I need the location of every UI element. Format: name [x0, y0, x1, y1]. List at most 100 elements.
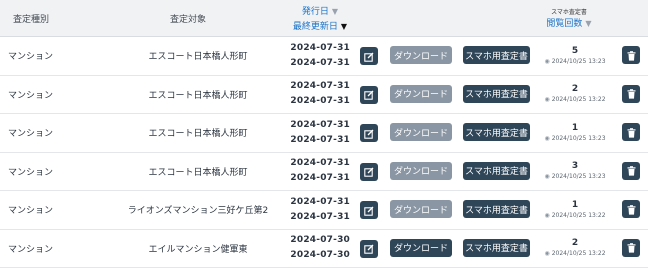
row-type: マンション [8, 191, 53, 229]
delete-button[interactable] [622, 200, 640, 218]
eye-icon: ◉ [544, 172, 549, 182]
last-viewed: ◉2024/10/25 13:22 [544, 95, 605, 105]
smartphone-report-button[interactable]: スマホ用査定書 [463, 123, 530, 141]
table-row: マンション エイルマンション健軍東 2024-07-30 2024-07-30 … [0, 230, 648, 268]
header-type-label: 査定種別 [13, 12, 49, 25]
row-views: 2 ◉2024/10/25 13:22 [540, 230, 610, 268]
header-target[interactable]: 査定対象 [88, 0, 288, 36]
last-viewed: ◉2024/10/25 13:22 [544, 211, 605, 221]
edit-button[interactable] [360, 240, 378, 258]
trash-icon [627, 84, 636, 103]
smartphone-report-button[interactable]: スマホ用査定書 [463, 46, 530, 64]
edit-icon [364, 162, 374, 181]
trash-icon [627, 238, 636, 257]
row-type: マンション [8, 114, 53, 152]
smartphone-report-button[interactable]: スマホ用査定書 [463, 239, 530, 257]
row-type: マンション [8, 37, 53, 75]
row-views: 1 ◉2024/10/25 13:22 [540, 191, 610, 229]
header-date: 発行日▼ 最終更新日▼ [270, 0, 370, 36]
download-button[interactable]: ダウンロード [390, 123, 452, 141]
sort-active-icon: ▼ [341, 22, 347, 31]
view-count: 5 [572, 45, 578, 57]
row-dates: 2024-07-31 2024-07-31 [290, 153, 350, 191]
edit-button[interactable] [360, 201, 378, 219]
table-row: マンション ライオンズマンション三好ケ丘第2 2024-07-31 2024-0… [0, 191, 648, 230]
edit-button[interactable] [360, 124, 378, 142]
issue-date: 2024-07-31 [290, 118, 350, 133]
edit-icon [364, 124, 374, 143]
issue-date: 2024-07-31 [290, 79, 350, 94]
sort-views[interactable]: 閲覧回数▼ [546, 16, 591, 29]
edit-button[interactable] [360, 47, 378, 65]
smartphone-report-button[interactable]: スマホ用査定書 [463, 200, 530, 218]
trash-icon [627, 161, 636, 180]
row-dates: 2024-07-31 2024-07-31 [290, 37, 350, 75]
edit-icon [364, 85, 374, 104]
row-target: エスコート日本橋人形町 [98, 153, 298, 191]
sort-updated-date[interactable]: 最終更新日▼ [293, 19, 347, 32]
smartphone-report-button[interactable]: スマホ用査定書 [463, 85, 530, 103]
download-button[interactable]: ダウンロード [390, 239, 452, 257]
eye-icon: ◉ [544, 134, 549, 144]
edit-button[interactable] [360, 163, 378, 181]
header-type[interactable]: 査定種別 [0, 0, 62, 36]
updated-date: 2024-07-31 [290, 94, 350, 109]
last-viewed-time: 2024/10/25 13:22 [552, 249, 606, 259]
views-sub-label: スマホ査定書 [551, 7, 587, 16]
table-row: マンション エスコート日本橋人形町 2024-07-31 2024-07-31 … [0, 37, 648, 76]
row-type: マンション [8, 230, 53, 268]
last-viewed-time: 2024/10/25 13:23 [552, 172, 606, 182]
last-viewed-time: 2024/10/25 13:22 [552, 95, 606, 105]
delete-button[interactable] [622, 85, 640, 103]
edit-icon [364, 47, 374, 66]
download-button[interactable]: ダウンロード [390, 46, 452, 64]
updated-date: 2024-07-31 [290, 210, 350, 225]
smartphone-report-button[interactable]: スマホ用査定書 [463, 162, 530, 180]
last-viewed: ◉2024/10/25 13:23 [544, 172, 605, 182]
download-button[interactable]: ダウンロード [390, 85, 452, 103]
updated-date: 2024-07-31 [290, 133, 350, 148]
sort-issue-date[interactable]: 発行日▼ [302, 4, 338, 17]
updated-date-label: 最終更新日 [293, 22, 338, 32]
header-views: スマホ査定書 閲覧回数▼ [526, 0, 612, 36]
last-viewed-time: 2024/10/25 13:23 [552, 57, 606, 67]
delete-button[interactable] [622, 162, 640, 180]
view-count: 2 [572, 83, 578, 95]
eye-icon: ◉ [544, 249, 549, 259]
row-type: マンション [8, 76, 53, 114]
view-count: 2 [572, 237, 578, 249]
last-viewed: ◉2024/10/25 13:23 [544, 134, 605, 144]
views-label: 閲覧回数 [546, 19, 582, 29]
trash-icon [627, 46, 636, 65]
row-views: 2 ◉2024/10/25 13:22 [540, 76, 610, 114]
row-target: エイルマンション健軍東 [98, 230, 298, 268]
issue-date-label: 発行日 [302, 7, 329, 17]
delete-button[interactable] [622, 46, 640, 64]
table-header: 査定種別 査定対象 発行日▼ 最終更新日▼ スマホ査定書 閲覧回数▼ [0, 0, 648, 37]
issue-date: 2024-07-31 [290, 156, 350, 171]
sort-neutral-icon: ▼ [585, 19, 591, 28]
row-views: 5 ◉2024/10/25 13:23 [540, 37, 610, 75]
download-button[interactable]: ダウンロード [390, 200, 452, 218]
edit-icon [364, 239, 374, 258]
last-viewed: ◉2024/10/25 13:23 [544, 57, 605, 67]
row-views: 3 ◉2024/10/25 13:23 [540, 153, 610, 191]
row-target: ライオンズマンション三好ケ丘第2 [98, 191, 298, 229]
sort-neutral-icon: ▼ [332, 7, 338, 16]
updated-date: 2024-07-31 [290, 56, 350, 71]
download-button[interactable]: ダウンロード [390, 162, 452, 180]
delete-button[interactable] [622, 123, 640, 141]
table-row: マンション エスコート日本橋人形町 2024-07-31 2024-07-31 … [0, 153, 648, 192]
row-views: 1 ◉2024/10/25 13:23 [540, 114, 610, 152]
row-dates: 2024-07-30 2024-07-30 [290, 230, 350, 268]
delete-button[interactable] [622, 239, 640, 257]
row-dates: 2024-07-31 2024-07-31 [290, 76, 350, 114]
edit-icon [364, 201, 374, 220]
row-dates: 2024-07-31 2024-07-31 [290, 114, 350, 152]
row-target: エスコート日本橋人形町 [98, 114, 298, 152]
row-target: エスコート日本橋人形町 [98, 76, 298, 114]
last-viewed-time: 2024/10/25 13:22 [552, 211, 606, 221]
edit-button[interactable] [360, 86, 378, 104]
row-dates: 2024-07-31 2024-07-31 [290, 191, 350, 229]
issue-date: 2024-07-31 [290, 41, 350, 56]
